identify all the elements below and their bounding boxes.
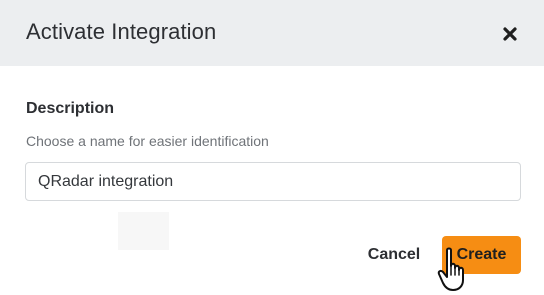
dialog-header: Activate Integration [0,0,544,66]
description-help-text: Choose a name for easier identification [26,133,269,149]
dialog-title: Activate Integration [26,19,217,44]
description-label: Description [26,100,115,117]
activate-integration-dialog: Activate Integration Description Choose … [0,0,544,295]
description-input[interactable] [25,162,521,201]
close-icon[interactable] [498,22,522,46]
cancel-button[interactable]: Cancel [357,236,431,274]
create-button[interactable]: Create [442,236,521,274]
blank-area [118,212,169,250]
